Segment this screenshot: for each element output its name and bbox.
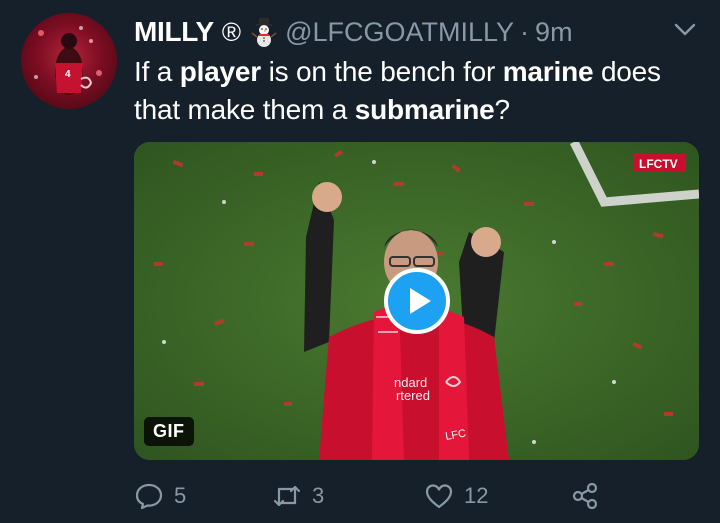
- snowman-icon: [251, 18, 277, 47]
- text-segment: If a: [134, 56, 180, 87]
- play-button[interactable]: [384, 268, 450, 334]
- share-button[interactable]: [570, 478, 600, 514]
- tweet-actions: 5 3 12: [134, 478, 694, 514]
- retweet-icon: [273, 485, 301, 507]
- user-handle[interactable]: @LFCGOATMILLY: [285, 17, 514, 48]
- like-button[interactable]: 12: [424, 478, 488, 514]
- tweet-text: If a player is on the bench for marine d…: [134, 53, 694, 129]
- avatar-image: 4: [34, 26, 102, 95]
- reply-icon: [135, 483, 163, 510]
- bold-text-segment: marine: [502, 56, 594, 87]
- svg-text:4: 4: [65, 69, 71, 80]
- like-count: 12: [464, 483, 489, 508]
- separator-dot: ·: [520, 16, 530, 47]
- tweet-header: MILLY ® @LFCGOATMILLY · 9m: [134, 12, 573, 52]
- heart-icon: [425, 484, 453, 509]
- gif-badge: GIF: [144, 417, 194, 446]
- media-gif[interactable]: ndard rtered LFC LFCTV GIF: [134, 142, 699, 460]
- chevron-down-icon[interactable]: [672, 20, 698, 40]
- shirt-text-2: rtered: [396, 388, 430, 403]
- avatar[interactable]: 4: [21, 13, 117, 109]
- bold-text-segment: submarine: [354, 94, 495, 125]
- reply-count: 5: [174, 483, 187, 508]
- reply-button[interactable]: 5: [134, 478, 186, 514]
- share-icon: [572, 482, 598, 510]
- lfctv-watermark: LFCTV: [639, 157, 678, 171]
- retweet-button[interactable]: 3: [272, 478, 324, 514]
- bold-text-segment: player: [179, 56, 261, 87]
- timestamp[interactable]: 9m: [535, 17, 573, 48]
- display-name[interactable]: MILLY: [134, 16, 214, 48]
- text-segment: ?: [494, 94, 511, 125]
- retweet-count: 3: [312, 483, 325, 508]
- registered-symbol: ®: [221, 16, 242, 47]
- text-segment: is on the bench for: [261, 56, 503, 87]
- tweet-card[interactable]: 4 MILLY ® @LFCGOATMILLY · 9m If a player…: [0, 0, 720, 523]
